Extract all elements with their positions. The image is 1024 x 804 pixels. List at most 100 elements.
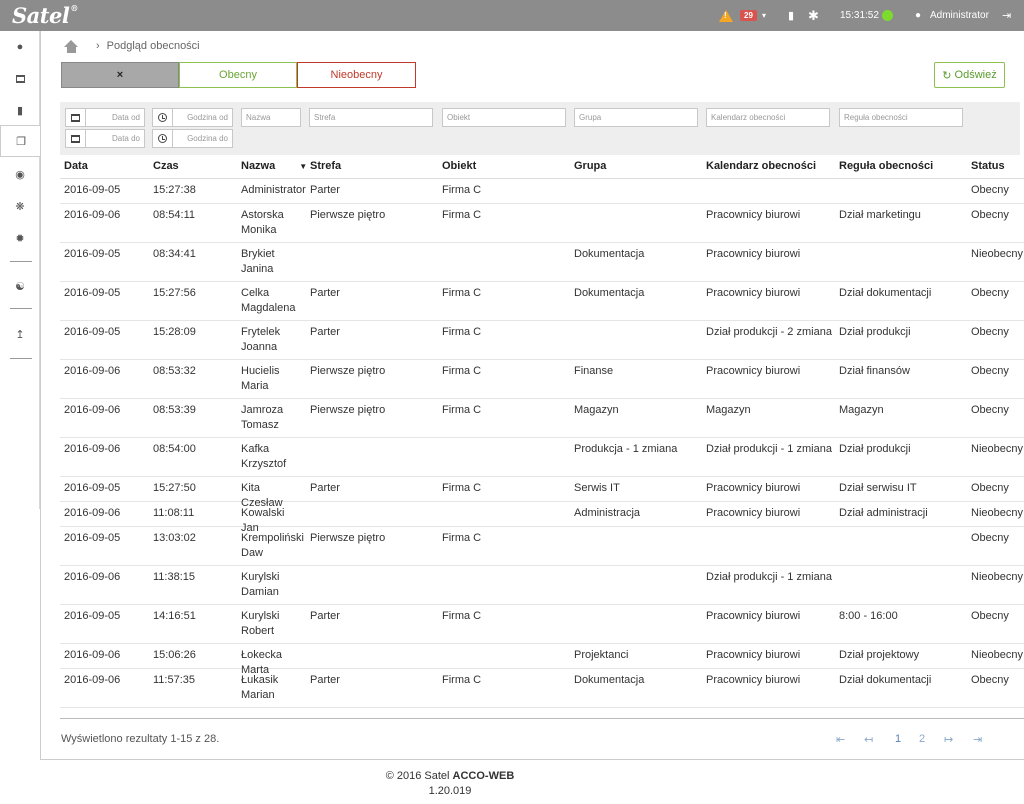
satel-logo[interactable]: Satel®: [12, 3, 78, 28]
prev-page-link[interactable]: ↤: [864, 733, 873, 746]
calendar-icon[interactable]: [66, 109, 86, 126]
cell-time: 08:53:32: [153, 365, 196, 377]
zone-filter-input[interactable]: Strefa: [309, 108, 433, 127]
chevron-right-icon: ›: [96, 40, 100, 52]
alarm-count-badge[interactable]: 29: [740, 0, 757, 31]
date-to-field[interactable]: Data do: [65, 129, 145, 148]
next-page-link[interactable]: ↦: [944, 733, 953, 746]
logout-icon[interactable]: ⇥: [1002, 0, 1011, 31]
cell-rule: Dział dokumentacji: [839, 674, 932, 686]
sidebar-gear-icon[interactable]: ✹: [0, 224, 40, 252]
cell-name: Krempoliński Daw: [241, 532, 304, 559]
sidebar-divider: [10, 308, 32, 309]
group-filter-input[interactable]: Grupa: [574, 108, 698, 127]
cell-time: 11:57:35: [153, 674, 196, 686]
name-filter-input[interactable]: Nazwa: [241, 108, 301, 127]
table-row[interactable]: 2016-09-05 15:27:56 Celka Magdalena Parter F…: [60, 282, 1024, 321]
table-row[interactable]: 2016-09-06 08:54:00 Kafka Krzysztof Produkc…: [60, 438, 1024, 477]
home-icon[interactable]: [64, 39, 79, 53]
table-row[interactable]: 2016-09-06 11:57:35 Łukasik Marian Parter Fi…: [60, 669, 1024, 708]
table-row[interactable]: 2016-09-06 08:53:39 Jamroza Tomasz Pierwsze…: [60, 399, 1024, 438]
table-row[interactable]: 2016-09-05 13:03:02 Krempoliński Daw Pierws…: [60, 527, 1024, 566]
table-row[interactable]: 2016-09-06 11:08:11 Kowalski Jan Administra…: [60, 502, 1024, 534]
page-2-link[interactable]: 2: [919, 733, 925, 745]
cell-object: Firma C: [442, 326, 482, 338]
cell-zone: Pierwsze piętro: [310, 209, 386, 221]
first-page-link[interactable]: ⇤: [836, 733, 845, 746]
table-row[interactable]: 2016-09-05 08:34:41 Brykiet Janina Dokument…: [60, 243, 1024, 282]
table-row[interactable]: 2016-09-06 08:54:11 Astorska Monika Pierwsz…: [60, 204, 1024, 243]
cell-status: Nieobecny: [971, 507, 1023, 519]
column-header-zone[interactable]: Strefa: [310, 160, 341, 172]
last-page-link[interactable]: ⇥: [973, 733, 982, 746]
cell-time: 15:28:09: [153, 326, 196, 338]
clear-status-filter-button[interactable]: ×: [61, 62, 179, 88]
cell-calendar: Dział produkcji - 2 zmiana: [706, 326, 832, 338]
cell-object: Firma C: [442, 674, 482, 686]
clock-icon[interactable]: [153, 130, 173, 147]
cell-name: Celka Magdalena: [241, 287, 296, 314]
table-row[interactable]: 2016-09-06 11:38:15 Kurylski Damian Dział p…: [60, 566, 1024, 605]
cell-date: 2016-09-05: [64, 482, 121, 494]
sidebar-upload-icon[interactable]: ↥: [0, 320, 40, 348]
time-from-field[interactable]: Godzina od: [152, 108, 233, 127]
cell-object: Firma C: [442, 184, 482, 196]
clock-icon[interactable]: [153, 109, 173, 126]
table-row[interactable]: 2016-09-05 14:16:51 Kurylski Robert Parter F…: [60, 605, 1024, 644]
cell-time: 08:34:41: [153, 248, 196, 260]
sidebar-network-icon[interactable]: ☯: [0, 272, 40, 300]
sidebar-divider: [10, 358, 32, 359]
sidebar-attendance-icon[interactable]: ❐: [0, 125, 41, 157]
cell-time: 08:54:11: [153, 209, 196, 221]
sidebar-calendar-icon[interactable]: [0, 65, 40, 93]
cell-status: Obecny: [971, 674, 1009, 686]
absent-filter-button[interactable]: Nieobecny: [297, 62, 416, 88]
column-header-time[interactable]: Czas: [153, 160, 179, 172]
cell-object: Firma C: [442, 610, 482, 622]
snowflake-icon[interactable]: ✱: [808, 0, 819, 31]
sidebar-globe-icon[interactable]: ◉: [0, 160, 40, 188]
cell-calendar: Pracownicy biurowi: [706, 649, 801, 661]
warning-icon[interactable]: [719, 0, 733, 31]
column-header-group[interactable]: Grupa: [574, 160, 606, 172]
cell-rule: Dział projektowy: [839, 649, 920, 661]
table-row[interactable]: 2016-09-06 15:06:26 Łokecka Marta Projektan…: [60, 644, 1024, 676]
table-row[interactable]: 2016-09-05 15:28:09 Frytelek Joanna Parter F…: [60, 321, 1024, 360]
column-header-name[interactable]: Nazwa ▼: [241, 160, 307, 172]
cell-group: Finanse: [574, 365, 614, 377]
cell-status: Obecny: [971, 365, 1009, 377]
cell-rule: Magazyn: [839, 404, 884, 416]
cell-status: Obecny: [971, 532, 1009, 544]
sidebar-cogs-icon[interactable]: ❋: [0, 192, 40, 220]
cell-rule: Dział marketingu: [839, 209, 921, 221]
column-header-object[interactable]: Obiekt: [442, 160, 476, 172]
cell-date: 2016-09-06: [64, 209, 121, 221]
rule-filter-input[interactable]: Reguła obecności: [839, 108, 963, 127]
date-from-field[interactable]: Data od: [65, 108, 145, 127]
refresh-button[interactable]: ↻ Odśwież: [934, 62, 1005, 88]
sidebar-users-icon[interactable]: ●: [0, 33, 40, 61]
present-filter-button[interactable]: Obecny: [179, 62, 297, 88]
time-to-field[interactable]: Godzina do: [152, 129, 233, 148]
calendar-icon[interactable]: [66, 130, 86, 147]
page-1-link[interactable]: 1: [895, 733, 901, 745]
column-header-rule[interactable]: Reguła obecności: [839, 160, 933, 172]
column-header-date[interactable]: Data: [64, 160, 88, 172]
table-bottom-border: [60, 718, 1024, 719]
calendar-filter-input[interactable]: Kalendarz obecności: [706, 108, 830, 127]
chevron-down-icon[interactable]: ▾: [762, 0, 766, 31]
table-row[interactable]: 2016-09-05 15:27:50 Kita Czesław Parter Firm…: [60, 477, 1024, 509]
cell-group: Serwis IT: [574, 482, 620, 494]
sidebar-document-icon[interactable]: ▮: [0, 96, 40, 124]
object-filter-input[interactable]: Obiekt: [442, 108, 566, 127]
column-header-status[interactable]: Status: [971, 160, 1005, 172]
user-name[interactable]: Administrator: [930, 0, 989, 31]
unlock-icon[interactable]: ▮: [788, 0, 794, 31]
cell-name: Jamroza Tomasz: [241, 404, 284, 431]
column-header-calendar[interactable]: Kalendarz obecności: [706, 160, 816, 172]
cell-date: 2016-09-05: [64, 287, 121, 299]
footer-copyright: © 2016 Satel ACCO-WEB: [385, 770, 515, 782]
table-row[interactable]: 2016-09-06 08:53:32 Hucielis Maria Pierwsze…: [60, 360, 1024, 399]
cell-status: Nieobecny: [971, 248, 1023, 260]
table-row[interactable]: 2016-09-05 15:27:38 Administrator Parter Fir…: [60, 179, 1024, 204]
